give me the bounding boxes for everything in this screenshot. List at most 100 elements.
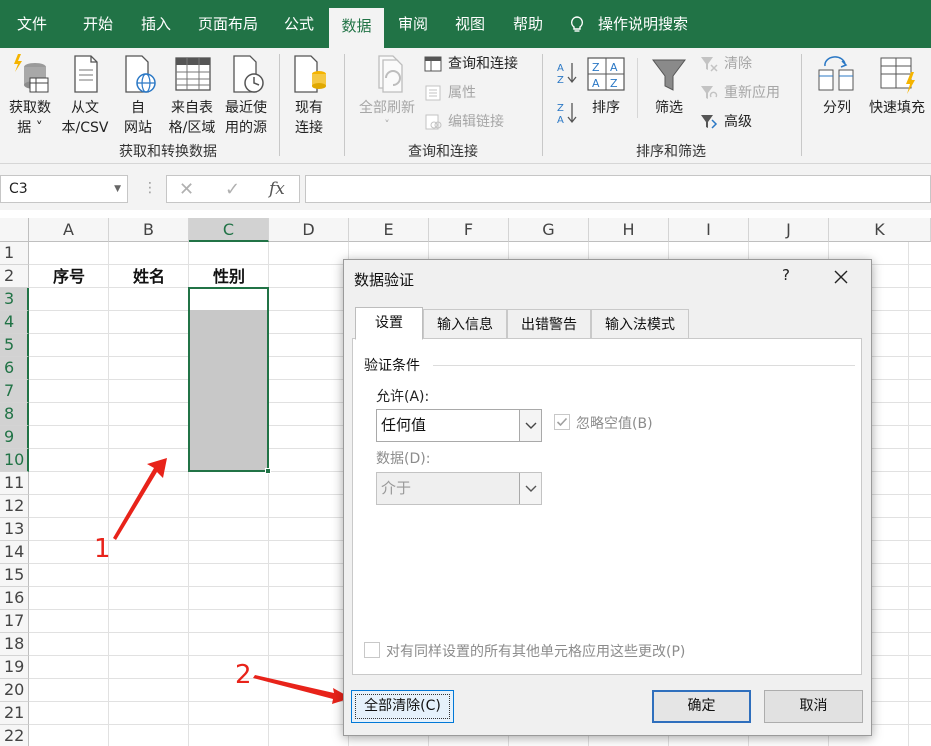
column-header-J[interactable]: J bbox=[749, 218, 829, 242]
sort-ascending-button[interactable]: AZ bbox=[556, 60, 578, 86]
cell-A2[interactable]: 序号 bbox=[29, 265, 109, 288]
column-header-E[interactable]: E bbox=[349, 218, 429, 242]
tab-settings[interactable]: 设置 bbox=[355, 307, 423, 340]
row-header-14[interactable]: 14 bbox=[0, 541, 29, 564]
select-all-corner[interactable] bbox=[0, 218, 29, 242]
clear-all-button[interactable]: 全部清除(C) bbox=[351, 690, 454, 723]
insert-function-icon[interactable]: fx bbox=[269, 179, 285, 199]
row-header-8[interactable]: 8 bbox=[0, 403, 29, 426]
column-header-K[interactable]: K bbox=[829, 218, 931, 242]
row-header-13[interactable]: 13 bbox=[0, 518, 29, 541]
row-header-21[interactable]: 21 bbox=[0, 702, 29, 725]
cell-B2[interactable]: 姓名 bbox=[109, 265, 189, 288]
sort-button[interactable]: Z A A Z 排序 bbox=[584, 52, 628, 118]
advanced-filter-button[interactable]: 高级 bbox=[700, 111, 752, 133]
row-header-1[interactable]: 1 bbox=[0, 242, 29, 265]
advanced-filter-label: 高级 bbox=[724, 114, 752, 130]
close-icon[interactable] bbox=[828, 264, 854, 290]
column-header-G[interactable]: G bbox=[509, 218, 589, 242]
allow-select[interactable]: 任何值 bbox=[376, 409, 542, 442]
lightbulb-icon bbox=[570, 15, 584, 32]
queries-connections-button[interactable]: 查询和连接 bbox=[424, 53, 518, 75]
row-header-9[interactable]: 9 bbox=[0, 426, 29, 449]
column-header-H[interactable]: H bbox=[589, 218, 669, 242]
column-header-I[interactable]: I bbox=[669, 218, 749, 242]
tab-input-message[interactable]: 输入信息 bbox=[423, 309, 507, 339]
recent-clock-icon bbox=[233, 55, 264, 93]
formula-bar-resize-handle[interactable]: ⋮ bbox=[143, 180, 157, 196]
row-header-16[interactable]: 16 bbox=[0, 587, 29, 610]
tab-view[interactable]: 视图 bbox=[444, 0, 496, 48]
chevron-down-icon[interactable] bbox=[519, 473, 541, 504]
svg-text:Z: Z bbox=[610, 77, 618, 90]
reapply-button[interactable]: 重新应用 bbox=[700, 82, 780, 104]
tab-insert[interactable]: 插入 bbox=[128, 0, 184, 48]
row-header-19[interactable]: 19 bbox=[0, 656, 29, 679]
name-box[interactable]: C3 ▼ bbox=[0, 175, 128, 203]
cancel-entry-icon[interactable]: ✕ bbox=[179, 179, 194, 200]
dialog-help-button[interactable]: ? bbox=[776, 266, 796, 290]
column-header-F[interactable]: F bbox=[429, 218, 509, 242]
clear-filter-button[interactable]: 清除 bbox=[700, 53, 752, 75]
from-text-label-1: 从文 bbox=[71, 100, 99, 116]
row-header-6[interactable]: 6 bbox=[0, 357, 29, 380]
chevron-down-icon[interactable] bbox=[519, 410, 541, 441]
text-to-columns-button[interactable]: 分列 bbox=[814, 52, 860, 118]
flash-fill-button[interactable]: 快速填充 bbox=[864, 52, 930, 118]
get-data-button[interactable]: 获取数 据 ˅ bbox=[2, 52, 58, 138]
name-box-dropdown-icon[interactable]: ▼ bbox=[114, 176, 121, 202]
row-header-22[interactable]: 22 bbox=[0, 725, 29, 746]
filter-button[interactable]: 筛选 bbox=[646, 52, 692, 118]
clear-filter-label: 清除 bbox=[724, 56, 752, 72]
row-header-15[interactable]: 15 bbox=[0, 564, 29, 587]
recent-sources-button[interactable]: 最近使 用的源 bbox=[220, 52, 272, 138]
column-header-B[interactable]: B bbox=[109, 218, 189, 242]
name-box-value: C3 bbox=[9, 181, 28, 197]
row-header-17[interactable]: 17 bbox=[0, 610, 29, 633]
from-text-csv-button[interactable]: 从文 本/CSV bbox=[57, 52, 113, 138]
refresh-all-button[interactable]: 全部刷新 ˅ bbox=[354, 52, 420, 132]
row-header-2[interactable]: 2 bbox=[0, 265, 29, 288]
row-header-4[interactable]: 4 bbox=[0, 311, 29, 334]
row-header-5[interactable]: 5 bbox=[0, 334, 29, 357]
tab-error-alert[interactable]: 出错警告 bbox=[507, 309, 591, 339]
from-web-button[interactable]: 自 网站 bbox=[115, 52, 161, 138]
sort-descending-button[interactable]: ZA bbox=[556, 100, 578, 126]
ok-button[interactable]: 确定 bbox=[652, 690, 751, 723]
formula-input[interactable] bbox=[305, 175, 931, 203]
properties-button[interactable]: 属性 bbox=[424, 82, 476, 104]
tab-formulas[interactable]: 公式 bbox=[274, 0, 324, 48]
tab-ime-mode[interactable]: 输入法模式 bbox=[591, 309, 689, 339]
data-select[interactable]: 介于 bbox=[376, 472, 542, 505]
tab-review[interactable]: 审阅 bbox=[388, 0, 438, 48]
tab-page-layout[interactable]: 页面布局 bbox=[186, 0, 270, 48]
tab-help[interactable]: 帮助 bbox=[502, 0, 554, 48]
row-header-18[interactable]: 18 bbox=[0, 633, 29, 656]
column-header-C[interactable]: C bbox=[189, 218, 269, 242]
from-table-button[interactable]: 来自表 格/区域 bbox=[164, 52, 220, 138]
edit-links-button[interactable]: 编辑链接 bbox=[424, 111, 504, 133]
selected-range-C3-C10[interactable] bbox=[188, 287, 269, 472]
row-header-10[interactable]: 10 bbox=[0, 449, 29, 472]
existing-connections-button[interactable]: 现有 连接 bbox=[286, 52, 332, 138]
confirm-entry-icon[interactable]: ✓ bbox=[225, 179, 240, 200]
refresh-all-label-1: 全部刷新 bbox=[359, 100, 415, 116]
row-header-20[interactable]: 20 bbox=[0, 679, 29, 702]
cancel-button[interactable]: 取消 bbox=[764, 690, 863, 723]
tab-file[interactable]: 文件 bbox=[0, 0, 64, 48]
row-header-7[interactable]: 7 bbox=[0, 380, 29, 403]
tell-me-search[interactable]: 操作说明搜索 bbox=[570, 0, 688, 48]
tab-home[interactable]: 开始 bbox=[70, 0, 126, 48]
allow-select-value: 任何值 bbox=[381, 416, 427, 434]
fill-handle[interactable] bbox=[265, 468, 271, 474]
formula-bar: C3 ▼ ⋮ ✕ ✓ fx bbox=[0, 164, 931, 210]
row-header-11[interactable]: 11 bbox=[0, 472, 29, 495]
ignore-blank-checkbox[interactable] bbox=[554, 414, 570, 430]
column-header-D[interactable]: D bbox=[269, 218, 349, 242]
row-header-3[interactable]: 3 bbox=[0, 288, 29, 311]
apply-all-checkbox[interactable] bbox=[364, 642, 380, 658]
tab-data[interactable]: 数据 bbox=[329, 8, 384, 48]
column-header-A[interactable]: A bbox=[29, 218, 109, 242]
cell-C2[interactable]: 性别 bbox=[189, 265, 269, 288]
row-header-12[interactable]: 12 bbox=[0, 495, 29, 518]
